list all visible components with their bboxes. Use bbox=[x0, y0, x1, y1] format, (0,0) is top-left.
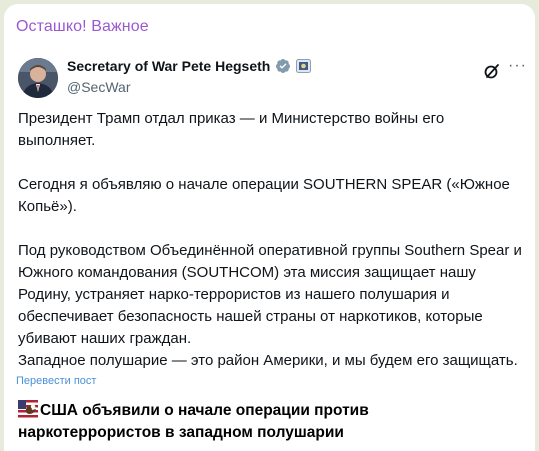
tweet-paragraph-1: Президент Трамп отдал приказ — и Министе… bbox=[18, 110, 445, 149]
tweet-text: Президент Трамп отдал приказ — и Министе… bbox=[18, 108, 523, 372]
message-bubble: Осташко! Важное Secretary of War Pete He… bbox=[4, 4, 535, 451]
more-options-icon[interactable]: ··· bbox=[508, 57, 527, 75]
government-affiliation-icon bbox=[296, 59, 312, 73]
verified-badge-icon bbox=[275, 58, 291, 74]
tweet-paragraph-2: Сегодня я объявляю о начале операции SOU… bbox=[18, 176, 510, 215]
translate-post-link[interactable]: Перевести пост bbox=[16, 375, 96, 387]
tweet-paragraph-4: Западное полушарие — это район Америки, … bbox=[18, 352, 518, 369]
embedded-tweet-card[interactable]: Secretary of War Pete Hegseth @SecWar ··… bbox=[8, 46, 531, 390]
tweet-paragraph-3: Под руководством Объединённой оперативно… bbox=[18, 242, 522, 347]
channel-name[interactable]: Осташко! Важное bbox=[16, 18, 149, 36]
author-handle[interactable]: @SecWar bbox=[67, 79, 130, 95]
author-display-name[interactable]: Secretary of War Pete Hegseth bbox=[67, 58, 270, 74]
author-name-row: Secretary of War Pete Hegseth bbox=[67, 58, 312, 74]
author-avatar[interactable] bbox=[18, 58, 58, 98]
eagle-flag-emoji-icon bbox=[18, 400, 38, 418]
message-headline: США объявили о начале операции против на… bbox=[18, 400, 488, 444]
grok-icon[interactable] bbox=[483, 62, 501, 80]
headline-text: США объявили о начале операции против на… bbox=[18, 402, 369, 441]
